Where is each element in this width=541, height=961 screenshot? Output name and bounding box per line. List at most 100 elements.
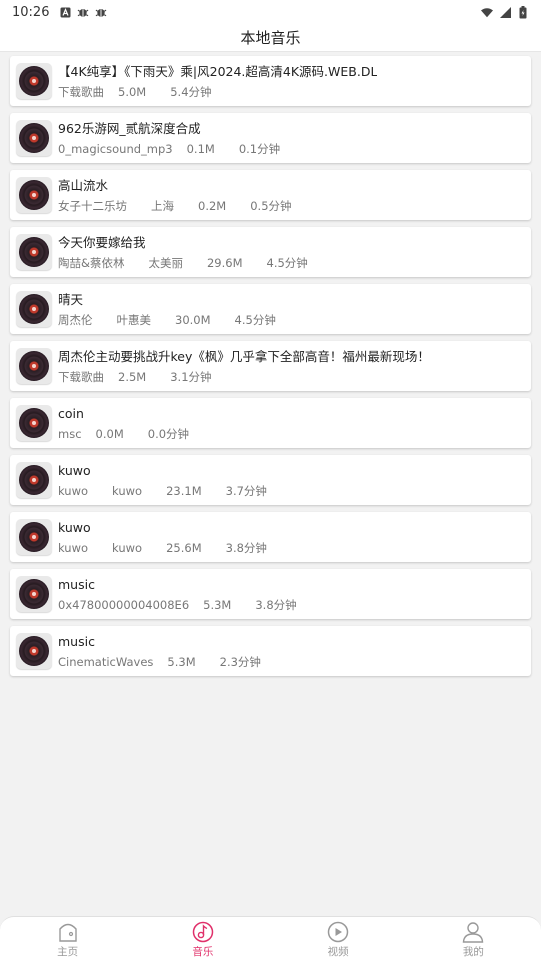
battery-icon <box>517 5 529 18</box>
notification-bug-icon <box>77 6 89 18</box>
profile-icon <box>463 922 484 943</box>
song-list-item[interactable]: music 0x47800000004008E6 5.3M 3.8分钟 <box>10 569 531 619</box>
song-list: 【4K纯享】《下雨天》乘|风2024.超高清4K源码.WEB.DL 下载歌曲 5.0… <box>10 56 531 683</box>
song-list-item[interactable]: coin msc 0.0M 0.0分钟 <box>10 398 531 448</box>
song-size: 25.6M <box>166 540 202 555</box>
status-time: 10:26 <box>12 4 50 20</box>
vinyl-disc-icon <box>19 66 49 96</box>
vinyl-disc-icon <box>19 351 49 381</box>
song-info: 962乐游网_贰航深度合成 0_magicsound_mp3 0.1M 0.1分钟 <box>58 120 304 157</box>
song-size: 0.0M <box>95 426 124 441</box>
song-artist: 周杰伦 <box>58 312 93 327</box>
song-title: music <box>58 576 95 592</box>
song-duration: 4.5分钟 <box>234 312 276 327</box>
album-cover <box>16 519 52 555</box>
song-title: 962乐游网_贰航深度合成 <box>58 120 201 136</box>
vinyl-disc-icon <box>19 465 49 495</box>
song-duration: 3.8分钟 <box>225 540 267 555</box>
song-list-item[interactable]: 962乐游网_贰航深度合成 0_magicsound_mp3 0.1M 0.1分钟 <box>10 113 531 163</box>
vinyl-disc-icon <box>19 237 49 267</box>
song-duration: 0.5分钟 <box>250 198 292 213</box>
album-cover <box>16 234 52 270</box>
song-size: 23.1M <box>166 483 202 498</box>
app-bar: 本地音乐 <box>0 24 541 52</box>
vinyl-disc-icon <box>19 294 49 324</box>
song-duration: 0.0分钟 <box>147 426 190 441</box>
song-meta: kuwo kuwo 23.1M 3.7分钟 <box>58 483 291 499</box>
song-duration: 3.7分钟 <box>225 483 267 498</box>
nav-item-mine[interactable]: 我的 <box>406 917 541 961</box>
status-bar: 10:26 <box>0 0 541 24</box>
song-list-item[interactable]: kuwo kuwo kuwo 23.1M 3.7分钟 <box>10 455 531 505</box>
nav-item-home[interactable]: 主页 <box>0 917 135 961</box>
nav-label-video: 视频 <box>327 946 349 958</box>
song-artist: 0x47800000004008E6 <box>58 597 190 612</box>
song-list-item[interactable]: 高山流水女子十二乐坊 上海 0.2M 0.5分钟 <box>10 170 531 220</box>
vinyl-disc-icon <box>19 636 49 666</box>
song-info: music CinematicWaves 5.3M 2.3分钟 <box>58 633 285 670</box>
song-meta: 0_magicsound_mp3 0.1M 0.1分钟 <box>58 141 304 157</box>
song-title: kuwo <box>58 519 91 535</box>
vinyl-disc-icon <box>19 579 49 609</box>
signal-icon <box>499 6 511 18</box>
song-list-item[interactable]: 今天你要嫁给我 陶喆&蔡依林 太美丽 29.6M 4.5分钟 <box>10 227 531 277</box>
song-meta: 女子十二乐坊 上海 0.2M 0.5分钟 <box>58 198 316 214</box>
song-size: 5.3M <box>203 597 232 612</box>
home-icon <box>58 923 77 942</box>
song-title: 高山流水 <box>58 177 109 193</box>
song-info: coin msc 0.0M 0.0分钟 <box>58 405 213 442</box>
song-list-item[interactable]: 【4K纯享】《下雨天》乘|风2024.超高清4K源码.WEB.DL 下载歌曲 5.0… <box>10 56 531 106</box>
nav-item-music[interactable]: 音乐 <box>135 917 270 961</box>
song-list-item[interactable]: 周杰伦主动要挑战升key《枫》几乎拿下全部高音！福州最新现场！ 下载歌曲 2.5M 3… <box>10 341 531 391</box>
song-info: 高山流水女子十二乐坊 上海 0.2M 0.5分钟 <box>58 177 316 214</box>
song-artist: 女子十二乐坊 <box>58 198 127 213</box>
nav-item-video[interactable]: 视频 <box>271 917 406 961</box>
music-icon <box>192 921 214 943</box>
song-info: 周杰伦主动要挑战升key《枫》几乎拿下全部高音！福州最新现场！ 下载歌曲 2.5M 3… <box>58 348 430 385</box>
song-info: music 0x47800000004008E6 5.3M 3.8分钟 <box>58 576 321 613</box>
song-artist: msc <box>58 426 82 441</box>
song-list-item[interactable]: 晴天 周杰伦 叶惠美 30.0M 4.5分钟 <box>10 284 531 334</box>
notification-a-icon <box>59 6 71 18</box>
notification-bug-icon <box>95 6 107 18</box>
song-size: 0.2M <box>198 198 227 213</box>
song-title: music <box>58 633 95 649</box>
song-artist: kuwo <box>58 540 89 555</box>
song-title: 周杰伦主动要挑战升key《枫》几乎拿下全部高音！福州最新现场！ <box>58 348 430 364</box>
song-meta: kuwo kuwo 25.6M 3.8分钟 <box>58 540 291 556</box>
album-cover <box>16 405 52 441</box>
song-album: 太美丽 <box>148 255 183 270</box>
song-duration: 0.1分钟 <box>238 141 281 156</box>
song-list-item[interactable]: music CinematicWaves 5.3M 2.3分钟 <box>10 626 531 676</box>
album-cover <box>16 291 52 327</box>
song-title: coin <box>58 405 84 421</box>
album-cover <box>16 462 52 498</box>
song-size: 29.6M <box>206 255 243 270</box>
wifi-icon <box>481 6 493 18</box>
song-album: kuwo <box>112 540 143 555</box>
album-cover <box>16 633 52 669</box>
song-album: 上海 <box>151 198 174 213</box>
bottom-nav: 主页 音乐 视频 我的 <box>0 916 541 961</box>
song-info: 晴天 周杰伦 叶惠美 30.0M 4.5分钟 <box>58 291 300 328</box>
song-meta: msc 0.0M 0.0分钟 <box>58 426 213 442</box>
nav-label-mine: 我的 <box>462 946 484 958</box>
song-artist: kuwo <box>58 483 89 498</box>
nav-label-home: 主页 <box>57 946 79 958</box>
status-right <box>481 5 529 18</box>
song-duration: 3.1分钟 <box>170 369 212 384</box>
vinyl-disc-icon <box>19 408 49 438</box>
song-info: kuwo kuwo kuwo 23.1M 3.7分钟 <box>58 462 291 499</box>
song-duration: 2.3分钟 <box>219 654 261 669</box>
song-artist: 0_magicsound_mp3 <box>58 141 173 156</box>
nav-label-music: 音乐 <box>192 946 214 958</box>
song-size: 0.1M <box>186 141 215 156</box>
song-size: 5.3M <box>167 654 196 669</box>
song-artist: 下载歌曲 <box>58 369 104 384</box>
status-left: 10:26 <box>12 5 107 20</box>
song-duration: 4.5分钟 <box>266 255 308 270</box>
song-duration: 3.8分钟 <box>255 597 297 612</box>
song-meta: 下载歌曲 5.0M 5.4分钟 <box>58 84 377 100</box>
song-list-item[interactable]: kuwo kuwo kuwo 25.6M 3.8分钟 <box>10 512 531 562</box>
song-size: 2.5M <box>118 369 147 384</box>
